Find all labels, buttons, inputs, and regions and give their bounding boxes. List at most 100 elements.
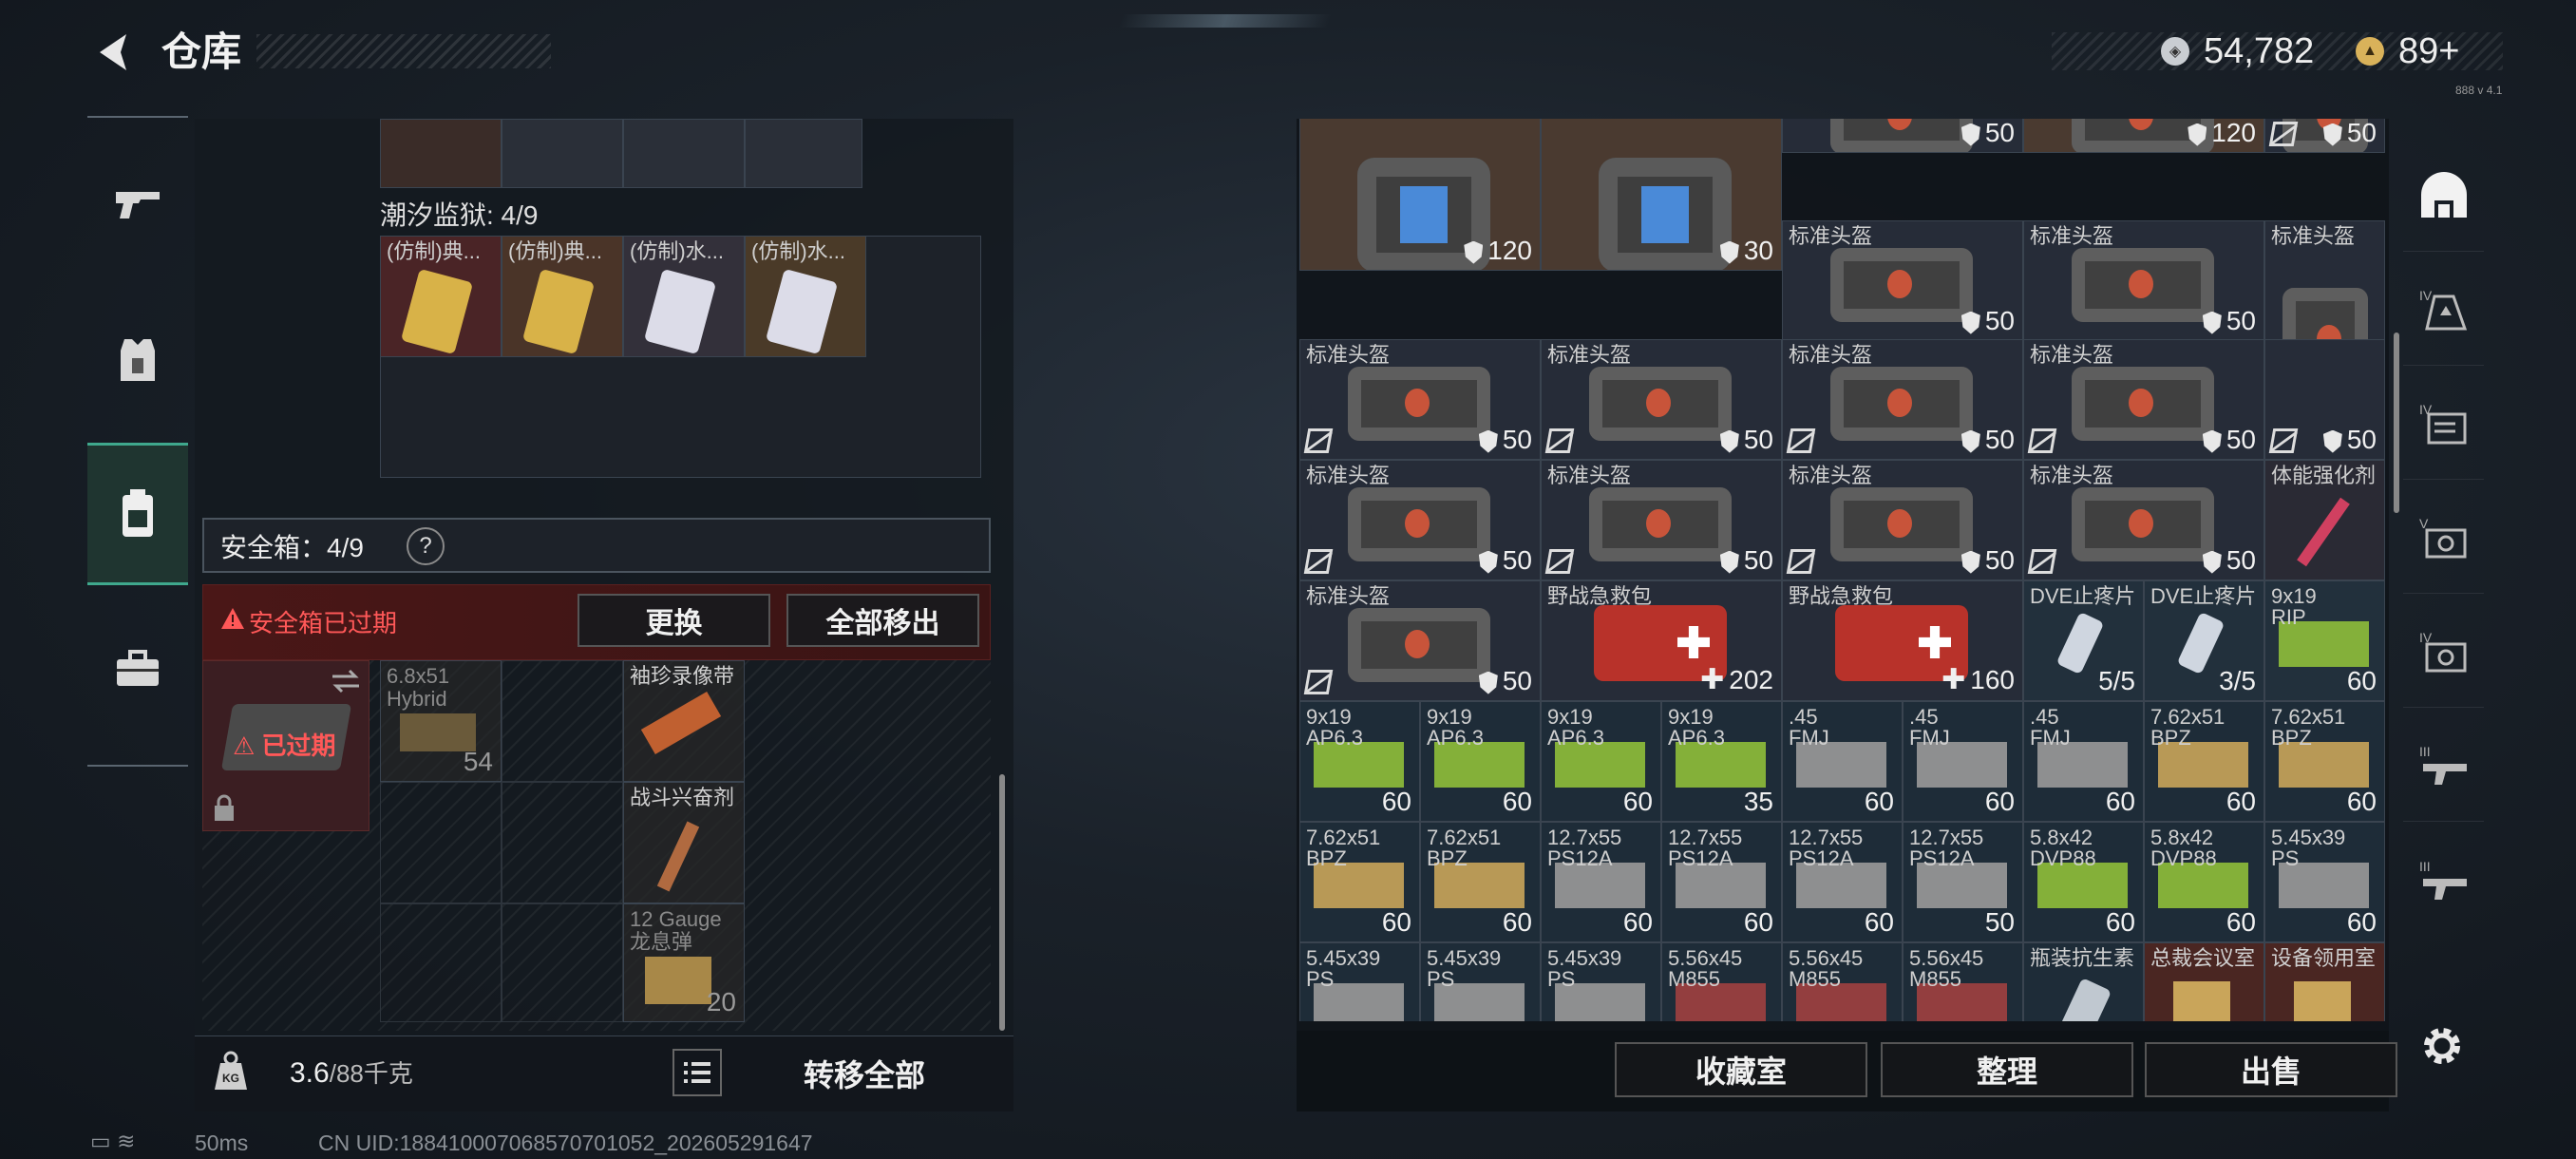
move-all-out-button[interactable]: 全部移出 [786,594,979,647]
empty-slot[interactable] [502,903,623,1022]
sort-button[interactable]: 整理 [1881,1042,2133,1097]
inventory-slot[interactable]: (仿制)典... [380,236,502,357]
inventory-slot[interactable] [502,119,623,188]
item-sublabel: M855 [1789,967,1842,991]
helmet-art [1830,248,1973,322]
stash-item-slot[interactable]: 50 [2264,339,2385,460]
inventory-slot[interactable]: (仿制)水... [745,236,866,357]
empty-slot[interactable] [502,782,623,903]
inventory-slot[interactable]: 袖珍录像带 [623,660,745,782]
empty-slot[interactable] [380,782,502,903]
stash-item-slot[interactable]: 7.62x51 BPZ 60 [1420,822,1541,942]
stash-item-slot[interactable]: 标准头盔 50 [1541,339,1782,460]
briefcase-icon[interactable] [87,598,188,740]
stash-item-slot[interactable]: 9x19 AP6.3 60 [1299,701,1420,822]
gold-coin-value[interactable]: 89+ [2398,30,2459,72]
broken-durability-icon [1303,428,1334,453]
left-scrollbar[interactable] [999,774,1005,1031]
stash-item-slot[interactable]: 12.7x55 PS12A 60 [1661,822,1782,942]
gold-coin-icon[interactable]: ▲ [2356,37,2384,66]
stash-item-slot[interactable]: 标准头盔 50 [1299,580,1541,701]
stash-item-slot[interactable]: .45 FMJ 60 [2023,701,2144,822]
stash-item-slot[interactable]: 瓶装抗生素 [2023,942,2144,1021]
empty-slot[interactable] [380,903,502,1022]
stash-item-slot[interactable]: 9x19 RIP 60 [2264,580,2385,701]
stash-item-slot[interactable]: 5.56x45 M855 [1661,942,1782,1021]
stash-item-slot[interactable]: 标准头盔 50 [1299,339,1541,460]
back-arrow-icon[interactable] [90,28,138,76]
stash-item-slot[interactable]: 标准头盔 50 [2023,460,2264,580]
stash-item-slot[interactable]: 5.8x42 DVP88 60 [2023,822,2144,942]
stash-item-slot[interactable]: 5.56x45 M855 [1903,942,2023,1021]
stash-item-slot[interactable]: 7.62x51 BPZ 60 [1299,822,1420,942]
right-scrollbar[interactable] [2394,332,2399,513]
stash-item-slot[interactable]: 野战急救包 ✚ 160 [1782,580,2023,701]
IV-camera-icon[interactable]: IV [2403,598,2484,708]
stash-item-slot[interactable]: 7.62x51 BPZ 60 [2144,701,2264,822]
replace-button[interactable]: 更换 [578,594,770,647]
III-gun-icon[interactable]: III [2403,712,2484,822]
item-label: 标准头盔 [2271,224,2356,248]
stash-item-slot[interactable]: 50 [1782,119,2023,153]
swap-icon[interactable] [331,669,361,694]
stash-item-slot[interactable]: 标准头盔 50 [1782,220,2023,341]
inventory-slot[interactable]: 12 Gauge 龙息弹 20 [623,903,745,1022]
IV-folder-icon[interactable]: IV [2403,370,2484,480]
V-camera-icon[interactable]: V [2403,484,2484,594]
inventory-slot[interactable]: (仿制)典... [502,236,623,357]
inventory-slot[interactable]: 战斗兴奋剂 [623,782,745,903]
collection-room-button[interactable]: 收藏室 [1615,1042,1867,1097]
stash-item-slot[interactable]: 50 [2264,119,2385,153]
stash-item-slot[interactable]: 总裁会议室 [2144,942,2264,1021]
stash-item-slot[interactable]: 9x19 AP6.3 35 [1661,701,1782,822]
stash-item-slot[interactable]: 120 [2023,119,2264,153]
stash-item-slot[interactable]: 9x19 AP6.3 60 [1420,701,1541,822]
inventory-slot[interactable] [745,119,862,188]
stash-item-slot[interactable]: 5.45x39 PS [1541,942,1661,1021]
stash-item-slot[interactable]: 设备领用室 [2264,942,2385,1021]
stash-item-slot[interactable]: 5.56x45 M855 [1782,942,1903,1021]
settings-gear-icon[interactable] [2417,1021,2467,1071]
empty-slot[interactable] [502,660,623,782]
helmet-tab-icon[interactable] [2403,142,2484,252]
stash-item-slot[interactable]: 7.62x51 BPZ 60 [2264,701,2385,822]
inventory-slot[interactable] [380,119,502,188]
stash-item-slot[interactable]: 标准头盔 50 [1782,460,2023,580]
gun-icon[interactable] [87,132,188,275]
list-icon[interactable] [672,1049,722,1096]
stash-item-slot[interactable]: 标准头盔 50 [2023,220,2264,341]
stash-item-slot[interactable]: DVE止疼片 5/5 [2023,580,2144,701]
help-button[interactable]: ? [407,527,445,565]
inventory-slot[interactable]: 6.8x51 Hybrid 54 [380,660,502,782]
stash-item-slot[interactable]: 9x19 AP6.3 60 [1541,701,1661,822]
inventory-slot[interactable]: (仿制)水... [623,236,745,357]
stash-item-slot[interactable]: 12.7x55 PS12A 60 [1541,822,1661,942]
stash-item-slot[interactable]: DVE止疼片 3/5 [2144,580,2264,701]
III-gun-icon[interactable]: III [2403,826,2484,936]
backpack-icon[interactable] [87,443,188,585]
stash-item-slot[interactable]: 5.8x42 DVP88 60 [2144,822,2264,942]
stash-item-slot[interactable]: .45 FMJ 60 [1903,701,2023,822]
stash-item-slot[interactable]: 5.45x39 PS [1299,942,1420,1021]
stash-item-slot[interactable]: 标准头盔 50 [1782,339,2023,460]
stash-item-slot[interactable]: 5.45x39 PS [1420,942,1541,1021]
inventory-slot[interactable] [623,119,745,188]
stash-item-slot[interactable]: 标准头盔 50 [1299,460,1541,580]
IV-armor-icon[interactable]: IV [2403,256,2484,366]
transfer-all-button[interactable]: 转移全部 [750,1045,978,1102]
helmet-art [1348,608,1490,682]
stash-item-slot[interactable]: 30 [1541,119,1782,271]
stash-item-slot[interactable]: 标准头盔 50 [1541,460,1782,580]
stash-item-slot[interactable]: 标准头盔 50 [2023,339,2264,460]
armor-vest-icon[interactable] [87,289,188,431]
stash-item-slot[interactable]: 野战急救包 ✚ 202 [1541,580,1782,701]
sell-button[interactable]: 出售 [2145,1042,2397,1097]
stash-item-slot[interactable]: 12.7x55 PS12A 60 [1782,822,1903,942]
pill-art [2176,611,2226,675]
stash-item-slot[interactable]: 5.45x39 PS 60 [2264,822,2385,942]
stash-item-slot[interactable]: 120 [1299,119,1541,271]
stash-item-slot[interactable]: .45 FMJ 60 [1782,701,1903,822]
stash-item-slot[interactable]: 体能强化剂 [2264,460,2385,580]
item-count: 50 [1985,907,2015,938]
stash-item-slot[interactable]: 12.7x55 PS12A 50 [1903,822,2023,942]
